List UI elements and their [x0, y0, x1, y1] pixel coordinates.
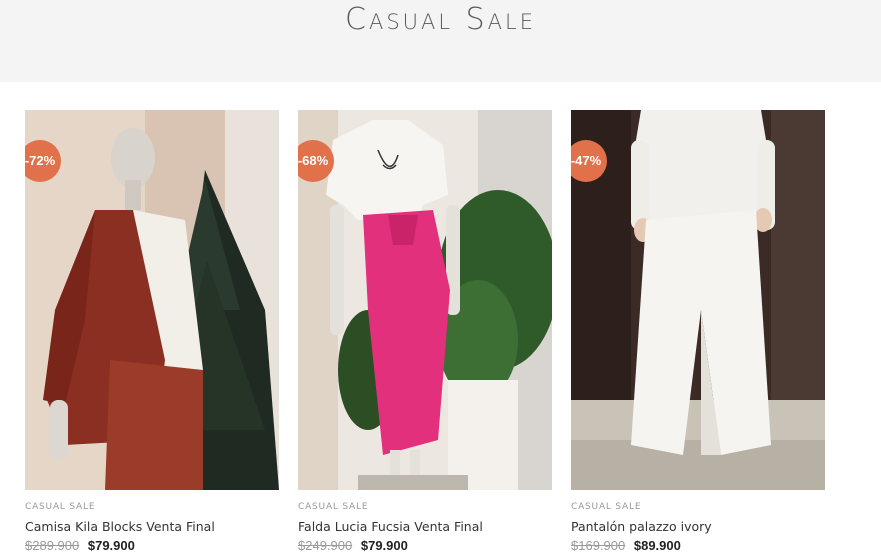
product-photo-rust-shirt-set — [25, 110, 279, 490]
product-category[interactable]: CASUAL SALE — [298, 502, 368, 512]
product-prices: $249.900 $79.900 — [298, 538, 408, 553]
product-name[interactable]: Falda Lucia Fucsia Venta Final — [298, 519, 483, 534]
product-card[interactable]: -72% CASUAL SALE Camisa Kila Blocks Vent… — [25, 110, 279, 560]
product-image[interactable]: -47% — [571, 110, 825, 490]
product-photo-fuchsia-skirt — [298, 110, 552, 490]
product-name[interactable]: Camisa Kila Blocks Venta Final — [25, 519, 215, 534]
sale-price: $79.900 — [87, 538, 135, 553]
product-image[interactable]: -72% — [25, 110, 279, 490]
product-grid: -72% CASUAL SALE Camisa Kila Blocks Vent… — [0, 110, 881, 560]
product-name[interactable]: Pantalón palazzo ivory — [571, 519, 712, 534]
original-price: $249.900 — [298, 538, 353, 553]
sale-price: $79.900 — [360, 538, 408, 553]
product-category[interactable]: CASUAL SALE — [25, 502, 95, 512]
product-photo-ivory-palazzo — [571, 110, 825, 490]
page-header: Casual Sale — [0, 0, 881, 82]
original-price: $169.900 — [571, 538, 626, 553]
original-price: $289.900 — [25, 538, 80, 553]
page-title: Casual Sale — [345, 2, 536, 37]
product-card[interactable]: -68% CASUAL SALE Falda Lucia Fucsia Vent… — [298, 110, 552, 560]
product-prices: $289.900 $79.900 — [25, 538, 135, 553]
product-prices: $169.900 $89.900 — [571, 538, 681, 553]
product-card[interactable]: -47% CASUAL SALE Pantalón palazzo ivory … — [571, 110, 825, 560]
product-category[interactable]: CASUAL SALE — [571, 502, 641, 512]
sale-price: $89.900 — [633, 538, 681, 553]
product-image[interactable]: -68% — [298, 110, 552, 490]
